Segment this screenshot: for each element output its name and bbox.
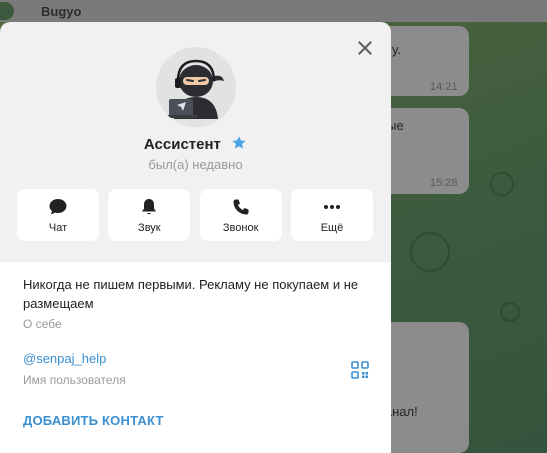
username-label: Имя пользователя (23, 373, 126, 387)
verified-star-icon[interactable] (231, 135, 247, 151)
profile-info-section: Никогда не пишем первыми. Рекламу не пок… (0, 262, 391, 453)
phone-icon (233, 199, 249, 215)
chat-bubble-icon (49, 199, 67, 215)
profile-card: Ассистент был(а) недавно Чат Звук Звонок (0, 22, 391, 453)
action-buttons: Чат Звук Звонок Ещё (17, 189, 373, 241)
username-link[interactable]: @senpaj_help (23, 351, 106, 366)
profile-name: Ассистент (143, 136, 221, 153)
qr-code-icon[interactable] (351, 361, 369, 379)
chat-button-label: Чат (48, 222, 68, 234)
message-bubble[interactable]: й канал! (368, 322, 469, 453)
bio-text: Никогда не пишем первыми. Рекламу не пок… (23, 277, 359, 311)
message-time: 14:21 (430, 81, 458, 93)
add-contact-button[interactable]: ДОБАВИТЬ КОНТАКТ (23, 413, 164, 428)
ninja-avatar-icon (156, 47, 236, 127)
message-text: y. (392, 42, 402, 57)
chat-header: Bugyo (0, 0, 547, 22)
bell-icon (142, 199, 157, 215)
message-bubble[interactable]: ные 15:28 (380, 108, 469, 194)
chat-title: Bugyo (41, 4, 82, 19)
close-icon[interactable] (357, 40, 373, 56)
more-dots-icon (323, 205, 340, 209)
chat-avatar (0, 2, 14, 20)
sound-button-label: Звук (138, 222, 161, 234)
message-time: 15:28 (430, 177, 458, 189)
avatar[interactable] (156, 47, 236, 127)
message-bubble[interactable]: y. 14:21 (380, 26, 469, 96)
last-seen-status: был(а) недавно (148, 157, 243, 172)
profile-name-row: Ассистент (0, 135, 391, 153)
more-button-label: Ещё (320, 222, 344, 234)
more-button[interactable]: Ещё (290, 189, 373, 241)
sound-button[interactable]: Звук (108, 189, 191, 241)
call-button[interactable]: Звонок (199, 189, 282, 241)
chat-button[interactable]: Чат (17, 189, 99, 241)
call-button-label: Звонок (222, 222, 259, 234)
bio-label: О себе (23, 317, 62, 331)
